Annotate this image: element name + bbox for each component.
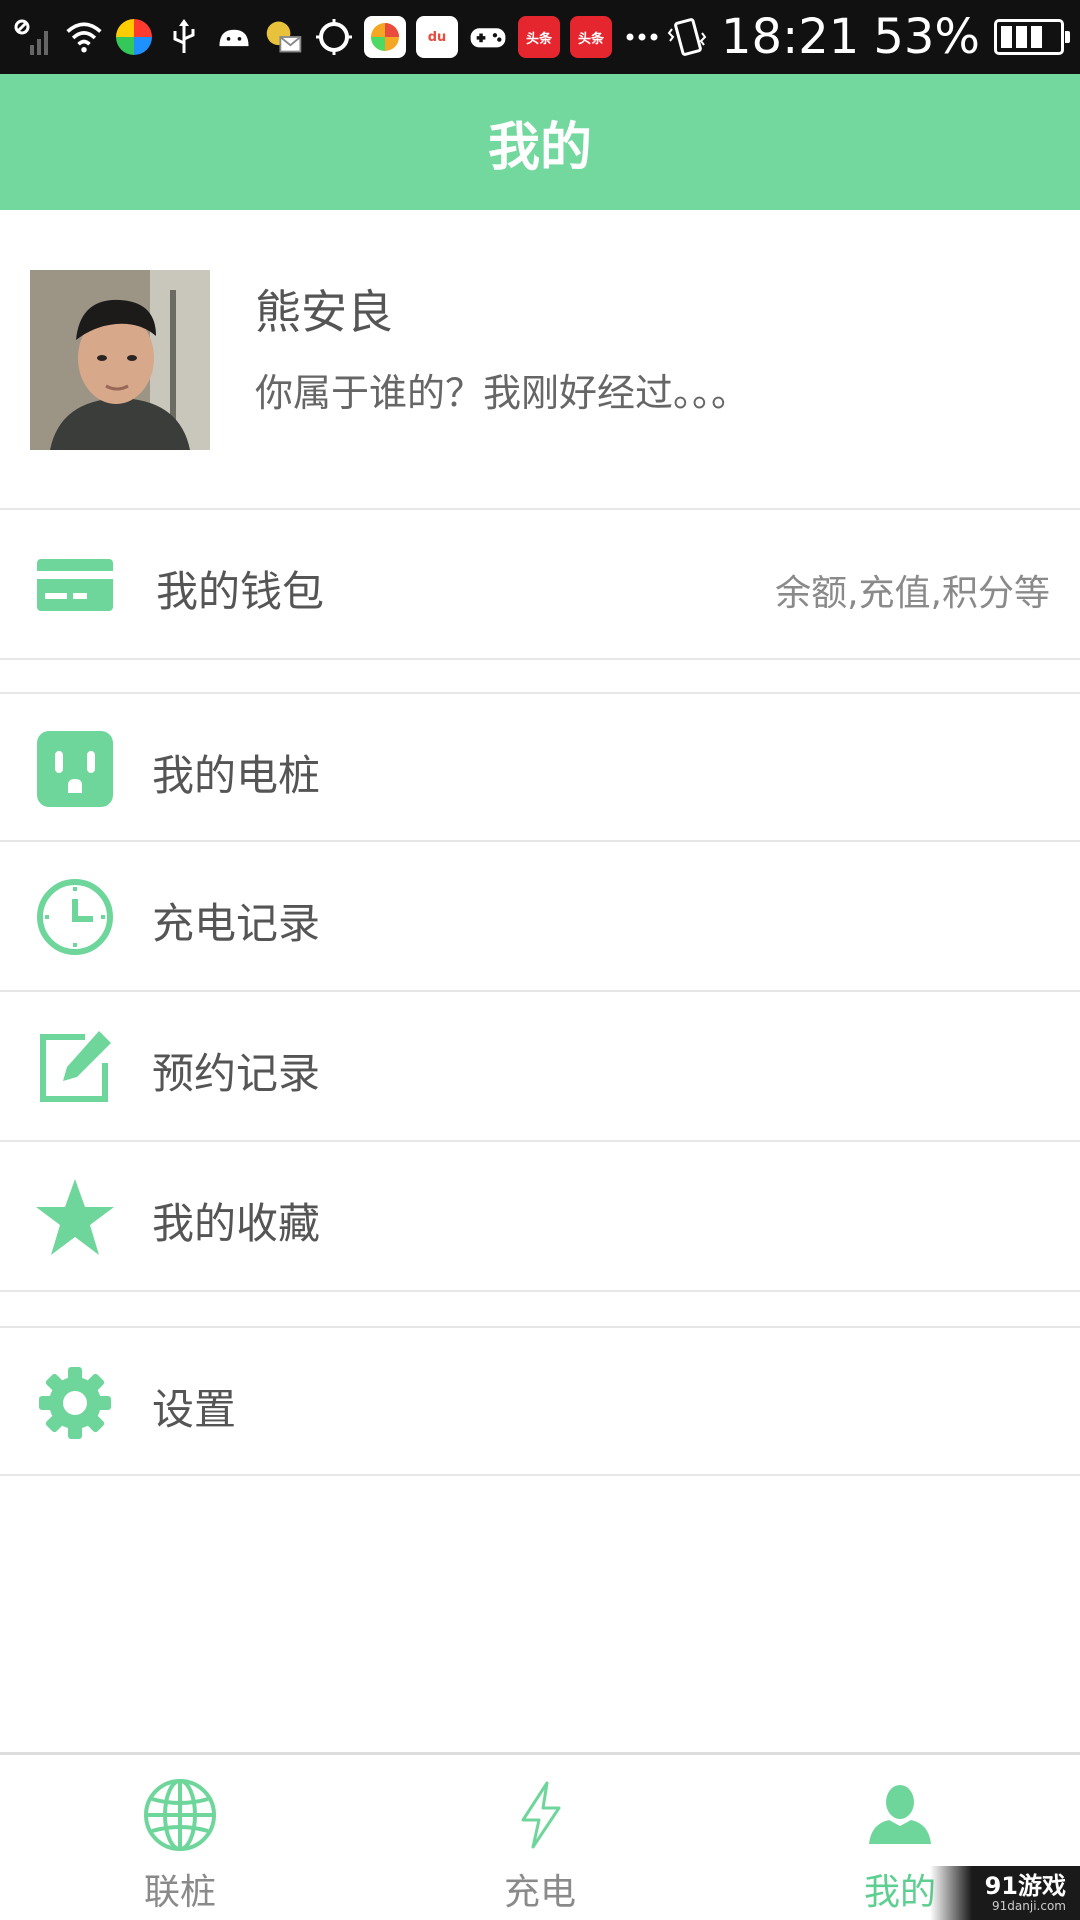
menu-item-charge-records[interactable]: 充电记录 — [0, 842, 1080, 992]
toutiao-label-1: 头条 — [525, 31, 552, 47]
browser-app-icon — [364, 16, 406, 58]
user-signature: 你属于谁的？我刚好经过。。。 — [255, 371, 750, 415]
tab-charge-label: 充电 — [503, 1872, 576, 1913]
wallet-label: 我的钱包 — [156, 567, 325, 616]
vibrate-icon — [667, 17, 707, 57]
toutiao-label-2: 头条 — [577, 31, 604, 47]
gear-icon — [34, 1362, 116, 1444]
user-name: 熊安良 — [255, 285, 393, 339]
signal-icon — [14, 17, 54, 57]
globe-icon — [140, 1775, 220, 1855]
toutiao-app-icon: 头条 — [518, 16, 560, 58]
star-icon — [34, 1176, 116, 1258]
notification-icons: du 头条 头条 — [14, 10, 662, 64]
tab-charge[interactable]: 充电 — [360, 1755, 720, 1920]
battery-percent: 53% — [873, 9, 980, 65]
location-target-icon — [314, 17, 354, 57]
power-socket-icon — [34, 728, 116, 810]
avatar[interactable] — [30, 270, 210, 450]
menu-item-reservation-records[interactable]: 预约记录 — [0, 992, 1080, 1142]
menu-item-favorites[interactable]: 我的收藏 — [0, 1142, 1080, 1292]
android-icon — [214, 17, 254, 57]
more-icon — [622, 17, 662, 57]
toutiao-app-icon-2: 头条 — [570, 16, 612, 58]
menu-item-wallet[interactable]: 我的钱包 余额,充值,积分等 — [0, 510, 1080, 660]
messenger-icon — [264, 17, 304, 57]
usb-icon — [164, 17, 204, 57]
settings-label: 设置 — [152, 1385, 237, 1434]
favorites-label: 我的收藏 — [152, 1199, 321, 1248]
clock-icon — [34, 876, 116, 958]
my-piles-label: 我的电桩 — [152, 751, 321, 800]
color-wheel-app-icon — [114, 17, 154, 57]
wifi-icon — [64, 17, 104, 57]
status-right: 18:21 53% — [667, 6, 1070, 68]
watermark-main: 91游戏 — [984, 1872, 1066, 1900]
clock-time: 18:21 — [720, 9, 860, 65]
watermark-sub: 91danji.com — [992, 1899, 1066, 1913]
menu-item-settings[interactable]: 设置 — [0, 1326, 1080, 1476]
lightning-icon — [500, 1775, 580, 1855]
reservation-records-label: 预约记录 — [152, 1049, 321, 1098]
title-bar: 我的 — [0, 74, 1080, 210]
gamepad-icon — [468, 17, 508, 57]
wallet-subtitle: 余额,充值,积分等 — [775, 573, 1050, 614]
tab-connect-piles[interactable]: 联桩 — [0, 1755, 360, 1920]
battery-icon — [994, 19, 1070, 55]
bottom-tab-bar: 联桩 充电 我的 91游戏 91danji.com — [0, 1752, 1080, 1920]
wallet-card-icon — [34, 544, 116, 626]
map-app-label: du — [427, 29, 447, 45]
map-app-icon: du — [416, 16, 458, 58]
profile-card[interactable]: 熊安良 你属于谁的？我刚好经过。。。 — [0, 210, 1080, 510]
menu-item-my-piles[interactable]: 我的电桩 — [0, 692, 1080, 842]
charge-records-label: 充电记录 — [152, 899, 321, 948]
watermark-logo: 91游戏 91danji.com — [930, 1866, 1080, 1920]
edit-icon — [34, 1026, 116, 1108]
tab-mine-label: 我的 — [863, 1872, 936, 1913]
status-bar: du 头条 头条 18:21 53% — [0, 0, 1080, 74]
user-icon — [860, 1775, 940, 1855]
page-title: 我的 — [487, 117, 592, 178]
tab-connect-piles-label: 联桩 — [143, 1872, 216, 1913]
